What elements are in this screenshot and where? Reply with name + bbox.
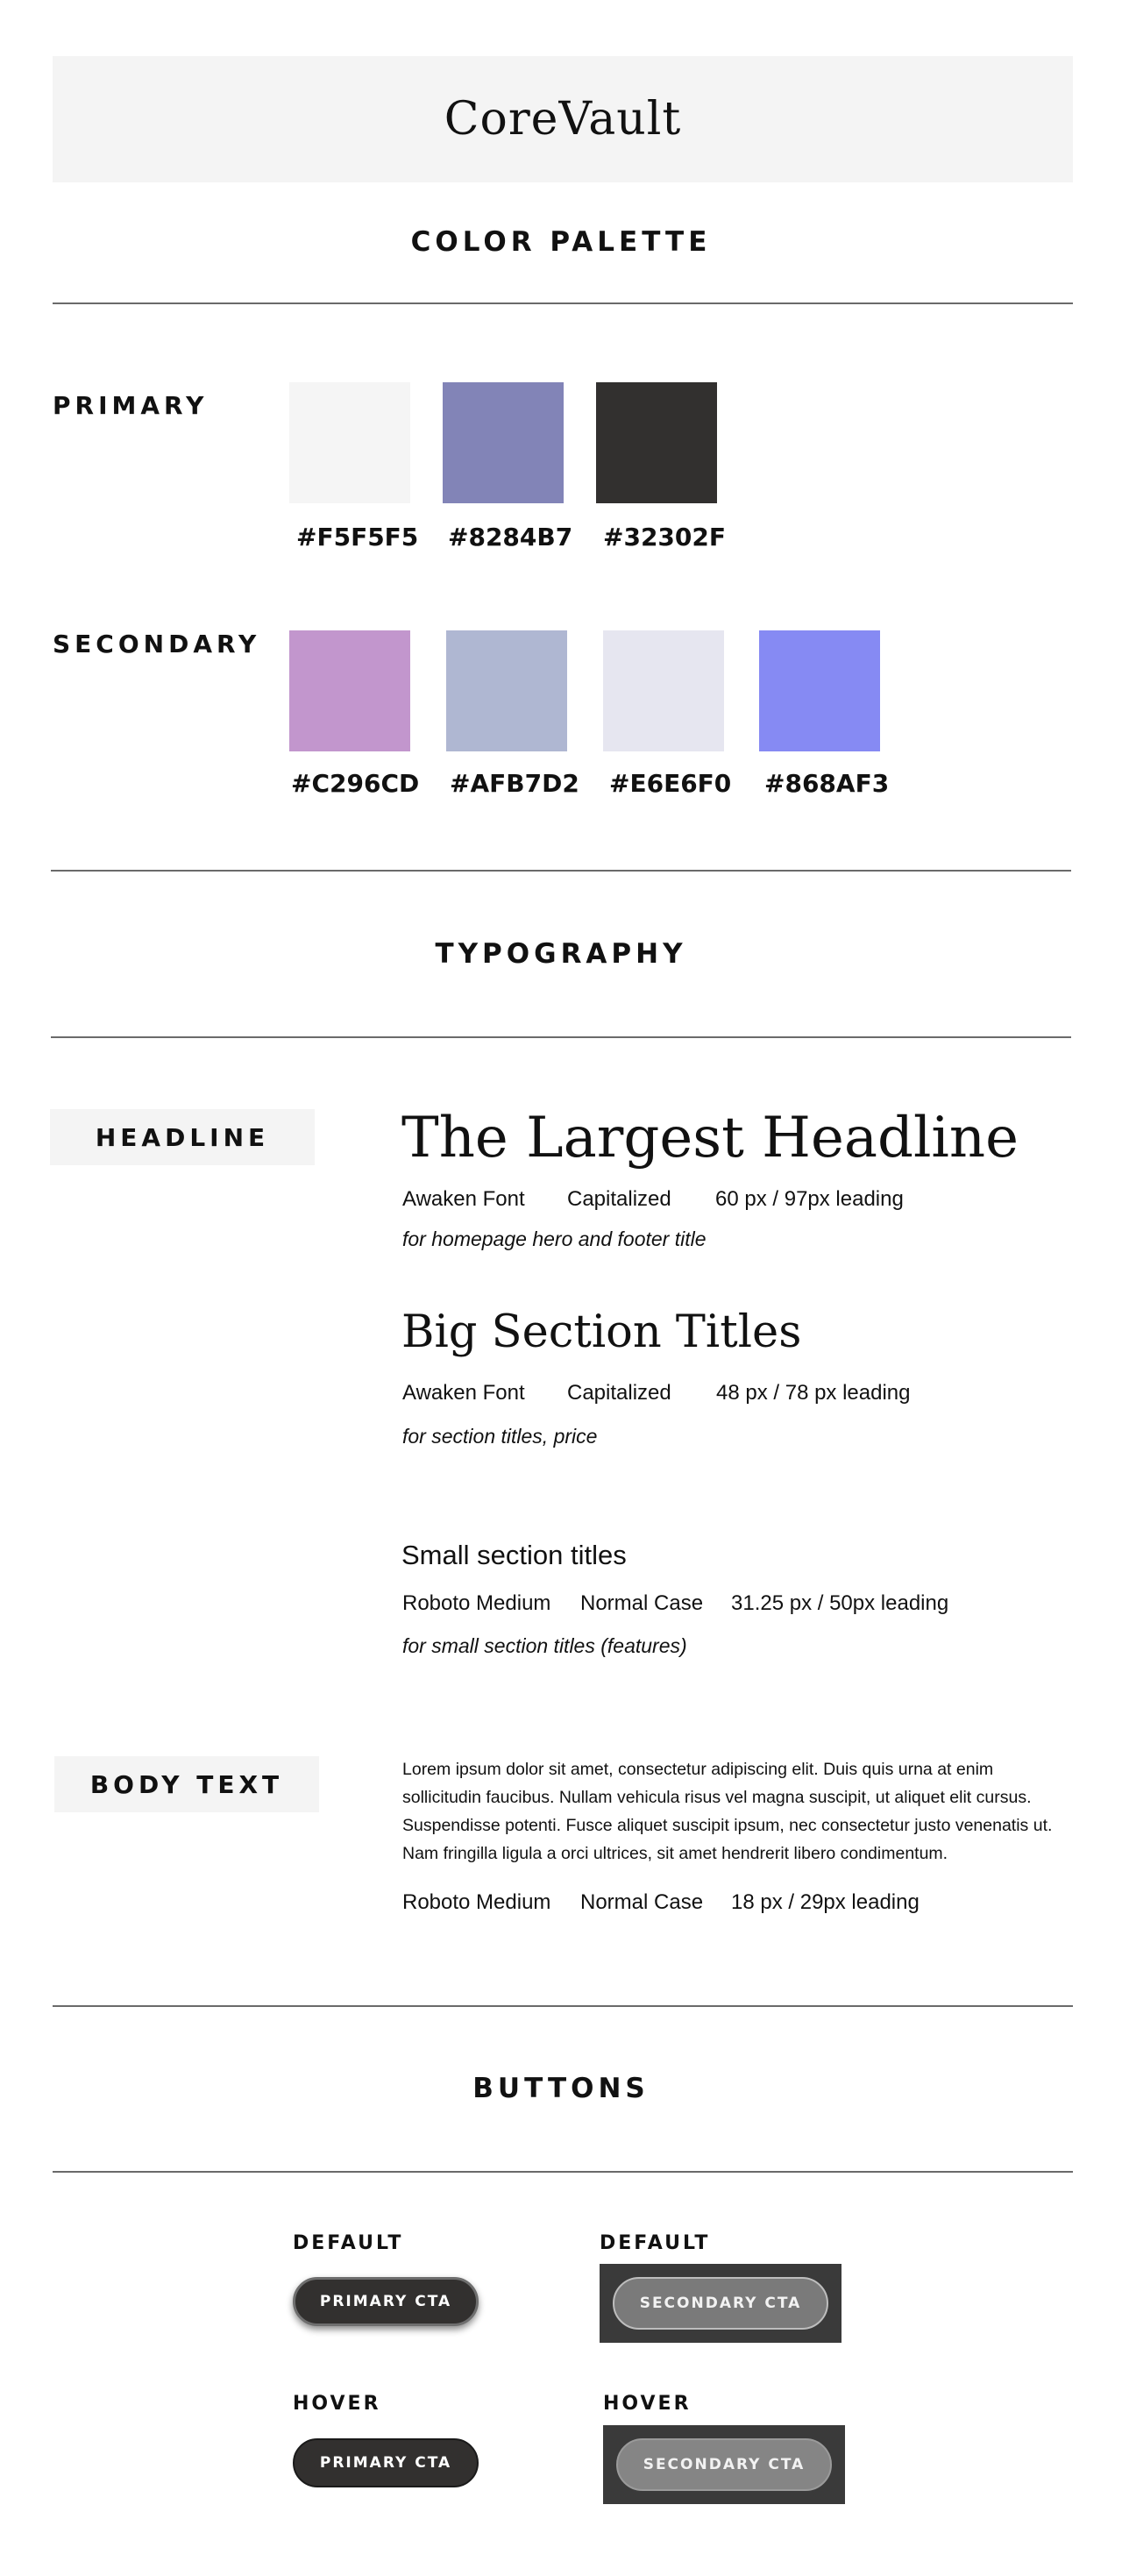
- secondary-hover-label: HOVER: [603, 2393, 692, 2415]
- small-title-font-name: Roboto Medium: [402, 1591, 551, 1615]
- brand-logo: CoreVault: [444, 93, 682, 146]
- section-title-font-name: Awaken Font: [402, 1381, 525, 1405]
- section-title-sample: Big Section Titles: [401, 1306, 802, 1358]
- small-section-title-sample: Small section titles: [401, 1540, 627, 1570]
- small-title-size: 31.25 px / 50px leading: [731, 1591, 949, 1615]
- headline-label: HEADLINE: [50, 1109, 315, 1165]
- secondary-cta-default-backdrop: SECONDARY CTA: [600, 2264, 842, 2343]
- body-size: 18 px / 29px leading: [731, 1890, 920, 1914]
- primary-hex-1: #F5F5F5: [296, 523, 419, 551]
- secondary-swatch-3: [603, 630, 724, 751]
- headline-case: Capitalized: [567, 1187, 671, 1211]
- secondary-cta-button-default[interactable]: SECONDARY CTA: [613, 2277, 828, 2330]
- secondary-hex-4: #868AF3: [764, 769, 890, 798]
- primary-swatch-1: [289, 382, 410, 503]
- secondary-hex-1: #C296CD: [291, 769, 420, 798]
- divider: [53, 302, 1073, 304]
- headline-usage: for homepage hero and footer title: [402, 1228, 707, 1250]
- primary-swatch-2: [443, 382, 564, 503]
- divider: [51, 1036, 1071, 1038]
- secondary-cta-hover-backdrop: SECONDARY CTA: [603, 2425, 845, 2504]
- small-title-usage: for small section titles (features): [402, 1634, 687, 1657]
- divider: [51, 870, 1071, 872]
- secondary-swatch-2: [446, 630, 567, 751]
- section-title-case: Capitalized: [567, 1381, 671, 1405]
- secondary-label: SECONDARY: [53, 630, 261, 658]
- headline-font-name: Awaken Font: [402, 1187, 525, 1211]
- primary-cta-button-default[interactable]: PRIMARY CTA: [293, 2277, 479, 2326]
- primary-label: PRIMARY: [53, 391, 209, 420]
- primary-default-label: DEFAULT: [293, 2232, 404, 2254]
- body-case: Normal Case: [580, 1890, 704, 1914]
- divider: [53, 2171, 1073, 2173]
- secondary-hex-2: #AFB7D2: [450, 769, 579, 798]
- primary-cta-button-hover[interactable]: PRIMARY CTA: [293, 2438, 479, 2487]
- secondary-hex-3: #E6E6F0: [609, 769, 732, 798]
- section-title-usage: for section titles, price: [402, 1425, 598, 1448]
- buttons-title: BUTTONS: [472, 2073, 650, 2104]
- body-font-name: Roboto Medium: [402, 1890, 551, 1914]
- largest-headline-sample: The Largest Headline: [401, 1106, 1019, 1171]
- secondary-swatch-1: [289, 630, 410, 751]
- typography-title: TYPOGRAPHY: [435, 938, 687, 970]
- body-text-label: BODY TEXT: [54, 1756, 319, 1812]
- primary-hover-label: HOVER: [293, 2393, 381, 2415]
- secondary-swatch-4: [759, 630, 880, 751]
- divider: [53, 2005, 1073, 2007]
- primary-swatch-3: [596, 382, 717, 503]
- section-title-size: 48 px / 78 px leading: [716, 1381, 911, 1405]
- secondary-cta-button-hover[interactable]: SECONDARY CTA: [616, 2438, 832, 2491]
- headline-size: 60 px / 97px leading: [715, 1187, 904, 1211]
- small-title-case: Normal Case: [580, 1591, 704, 1615]
- primary-hex-2: #8284B7: [448, 523, 573, 551]
- color-palette-title: COLOR PALETTE: [410, 226, 712, 258]
- primary-hex-3: #32302F: [603, 523, 726, 551]
- body-text-sample: Lorem ipsum dolor sit amet, consectetur …: [402, 1760, 1053, 1863]
- brand-banner: CoreVault: [53, 56, 1073, 182]
- secondary-default-label: DEFAULT: [600, 2232, 711, 2254]
